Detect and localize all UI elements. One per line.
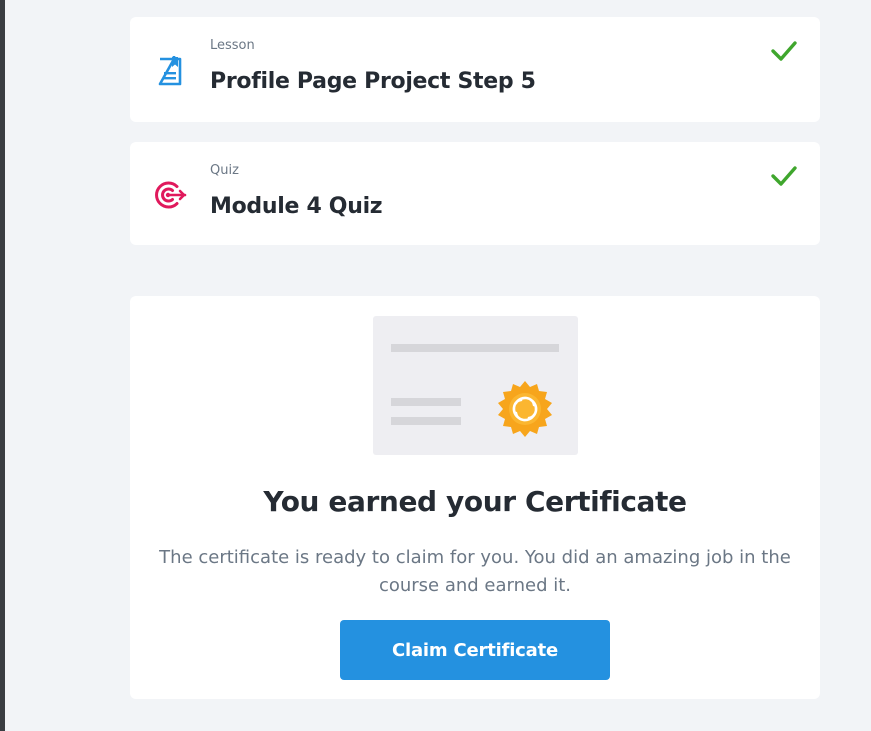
quiz-item-card[interactable]: Quiz Module 4 Quiz bbox=[130, 142, 820, 245]
claim-certificate-button[interactable]: Claim Certificate bbox=[340, 620, 610, 680]
left-edge-border bbox=[0, 0, 5, 731]
completed-check-icon bbox=[771, 41, 797, 61]
certificate-illustration bbox=[373, 316, 578, 455]
completed-check-icon bbox=[771, 166, 797, 186]
item-type-label: Lesson bbox=[210, 38, 255, 53]
item-title: Module 4 Quiz bbox=[210, 194, 383, 219]
lesson-item-card[interactable]: Lesson Profile Page Project Step 5 bbox=[130, 17, 820, 122]
lesson-document-icon bbox=[158, 56, 182, 86]
certificate-description-line: The certificate is ready to claim for yo… bbox=[159, 547, 791, 568]
quiz-target-icon bbox=[155, 181, 187, 209]
certificate-description: The certificate is ready to claim for yo… bbox=[130, 544, 820, 600]
certificate-heading: You earned your Certificate bbox=[263, 485, 687, 518]
item-type-label: Quiz bbox=[210, 163, 239, 178]
certificate-description-line: course and earned it. bbox=[378, 575, 572, 596]
item-title: Profile Page Project Step 5 bbox=[210, 69, 536, 94]
certificate-card: You earned your Certificate The certific… bbox=[130, 296, 820, 699]
